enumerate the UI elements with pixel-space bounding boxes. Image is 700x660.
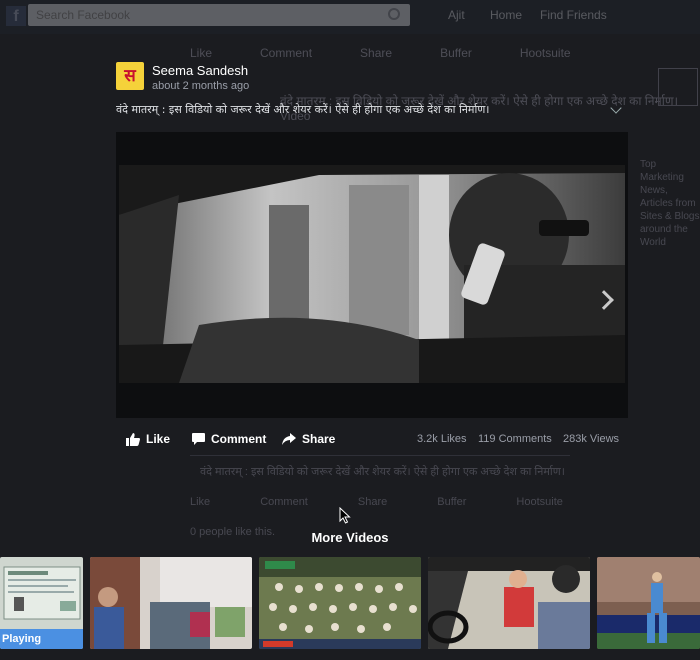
background-comment-text: वंदे मातरम् : इस विडियो को जरूर देखें और… bbox=[200, 466, 565, 478]
avatar[interactable]: स bbox=[116, 62, 144, 90]
background-share: Share bbox=[360, 46, 393, 60]
thumbs-up-icon bbox=[126, 432, 140, 446]
background-like-2: Like bbox=[190, 496, 211, 508]
thumbnail-image bbox=[90, 557, 252, 649]
background-comment: Comment bbox=[260, 46, 313, 60]
background-hootsuite: Hootsuite bbox=[519, 46, 571, 60]
background-buffer: Buffer bbox=[440, 46, 472, 60]
search-placeholder: Search Facebook bbox=[36, 8, 131, 22]
nav-item-find-friends: Find Friends bbox=[540, 8, 607, 22]
thumbnail-image bbox=[259, 557, 421, 649]
video-action-bar: Like Comment Share 3.2k Likes 119 Commen… bbox=[126, 432, 620, 448]
chevron-down-icon[interactable] bbox=[610, 102, 622, 114]
search-icon bbox=[388, 8, 400, 20]
author-name[interactable]: Seema Sandesh bbox=[152, 63, 248, 78]
background-buffer-2: Buffer bbox=[437, 496, 467, 508]
video-still-image bbox=[119, 165, 625, 383]
share-label: Share bbox=[302, 432, 336, 446]
background-hootsuite-2: Hootsuite bbox=[516, 496, 563, 508]
mouse-cursor-icon bbox=[339, 507, 351, 524]
background-comment-2: Comment bbox=[260, 496, 308, 508]
likes-count[interactable]: 3.2k Likes bbox=[417, 433, 467, 445]
background-action-row-2: Like Comment Share Buffer Hootsuite bbox=[190, 496, 563, 508]
playing-label: Playing bbox=[0, 629, 83, 649]
share-arrow-icon bbox=[282, 433, 296, 445]
background-action-row: Like Comment Share Buffer Hootsuite bbox=[190, 46, 571, 60]
background-divider bbox=[190, 455, 570, 456]
video-thumbnail-document[interactable]: Playing bbox=[0, 557, 83, 649]
search-input: Search Facebook bbox=[28, 4, 410, 26]
comment-label: Comment bbox=[211, 432, 267, 446]
video-frame[interactable] bbox=[119, 165, 625, 383]
thumbnail-image bbox=[428, 557, 590, 649]
video-thumbnail-classroom[interactable] bbox=[90, 557, 252, 649]
background-share-2: Share bbox=[357, 496, 388, 508]
share-button[interactable]: Share bbox=[282, 432, 335, 446]
thumbnail-image bbox=[597, 557, 700, 649]
nav-item-home: Home bbox=[490, 8, 523, 22]
facebook-logo-icon: f bbox=[6, 6, 26, 26]
facebook-topbar: f Search Facebook Ajit Home Find Friends bbox=[0, 0, 700, 34]
video-player[interactable] bbox=[116, 132, 628, 418]
nav-item-profile: Ajit bbox=[448, 8, 465, 22]
video-thumbnail-cricket[interactable] bbox=[597, 557, 700, 649]
background-ad-text: Top Marketing News, Articles from Sites … bbox=[640, 159, 700, 248]
background-like: Like bbox=[190, 46, 213, 60]
comment-icon bbox=[192, 433, 205, 445]
background-ad-image bbox=[658, 68, 698, 106]
like-button[interactable]: Like bbox=[126, 432, 170, 446]
video-thumbnail-parliament[interactable] bbox=[259, 557, 421, 649]
like-label: Like bbox=[146, 432, 171, 446]
views-count: 283k Views bbox=[563, 433, 620, 445]
comment-button[interactable]: Comment bbox=[192, 432, 266, 446]
post-timestamp[interactable]: about 2 months ago bbox=[152, 80, 249, 92]
post-caption: वंदे मातरम् : इस विडियो को जरूर देखें और… bbox=[116, 103, 490, 116]
more-videos-heading: More Videos bbox=[311, 530, 389, 545]
video-thumbnail-car-scene[interactable] bbox=[428, 557, 590, 649]
comments-count[interactable]: 119 Comments bbox=[478, 433, 552, 445]
